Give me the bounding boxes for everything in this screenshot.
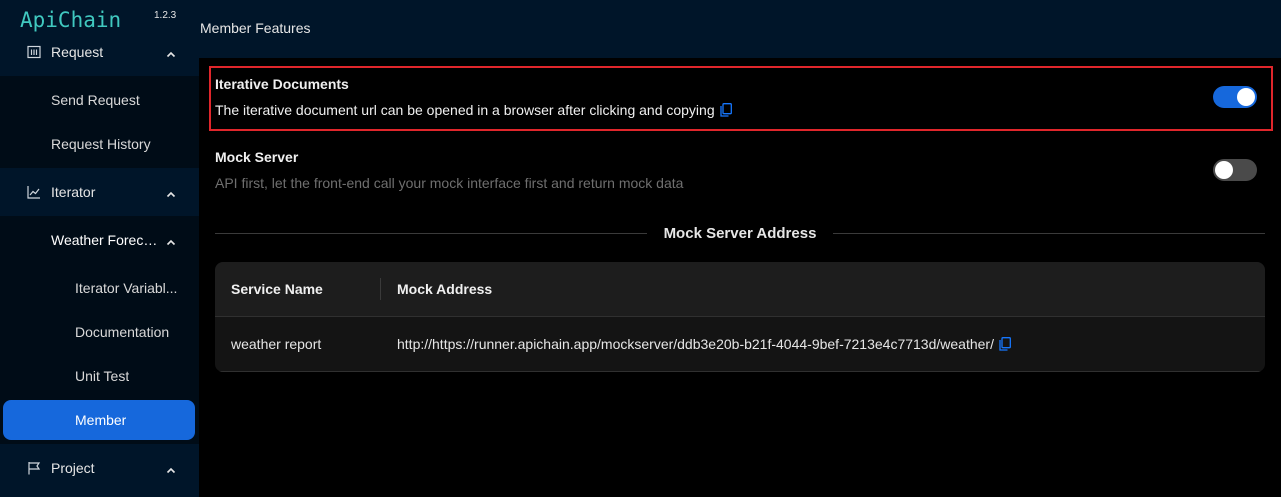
sidebar-item-iterator-variables[interactable]: Iterator Variabl...	[3, 268, 195, 308]
feature-title: Mock Server	[215, 149, 299, 165]
chevron-up-icon	[166, 47, 176, 58]
sidebar-item-label: Unit Test	[75, 368, 130, 384]
feature-description: API first, let the front-end call your m…	[215, 175, 684, 191]
column-separator	[380, 278, 381, 300]
toggle-knob	[1215, 161, 1233, 179]
service-name-cell: weather report	[231, 336, 322, 352]
sidebar-item-label: Send Request	[51, 92, 140, 108]
column-header-service-name: Service Name	[231, 281, 323, 297]
sidebar-item-member[interactable]: Member	[3, 400, 195, 440]
table-header: Service Name Mock Address	[215, 262, 1265, 317]
request-submenu: Send Request Request History	[0, 76, 199, 168]
toggle-knob	[1237, 88, 1255, 106]
copy-icon[interactable]	[719, 103, 732, 117]
sidebar-group-label: Iterator	[51, 184, 96, 200]
iterator-submenu: Weather Foreca... Iterator Variabl... Do…	[0, 216, 199, 444]
mock-address-text: http://https://runner.apichain.app/mocks…	[397, 336, 994, 352]
mock-address-table: Service Name Mock Address weather report…	[215, 262, 1265, 372]
chevron-up-icon	[166, 235, 176, 246]
flag-icon	[27, 461, 41, 475]
sidebar-group-project[interactable]: Project	[0, 444, 199, 492]
sidebar-item-label: Member	[75, 412, 127, 428]
sidebar-item-documentation[interactable]: Documentation	[3, 312, 195, 352]
chevron-up-icon	[166, 463, 176, 474]
sidebar-item-request-history[interactable]: Request History	[3, 124, 195, 164]
request-icon	[27, 45, 41, 59]
page-title: Member Features	[200, 20, 311, 36]
divider-line-right	[833, 233, 1265, 234]
sidebar-item-send-request[interactable]: Send Request	[3, 80, 195, 120]
copy-icon[interactable]	[999, 337, 1011, 351]
sidebar-group-label: Request	[51, 44, 104, 60]
feature-description: The iterative document url can be opened…	[215, 102, 732, 118]
sidebar-item-label: Request History	[51, 136, 151, 152]
sidebar-item-label: Iterator Variabl...	[75, 280, 178, 296]
sidebar-group-iterator[interactable]: Iterator	[0, 168, 199, 216]
feature-iterative-documents: Iterative Documents The iterative docume…	[215, 74, 1265, 124]
sidebar-item-label: Weather Foreca...	[51, 232, 161, 248]
sidebar-item-unit-test[interactable]: Unit Test	[3, 356, 195, 396]
feature-title: Iterative Documents	[215, 76, 349, 92]
app-version: 1.2.3	[154, 10, 177, 21]
table-row: weather report http://https://runner.api…	[215, 317, 1265, 372]
sidebar-item-label: Documentation	[75, 324, 170, 340]
sidebar-group-request[interactable]: Request	[0, 28, 199, 76]
iterative-documents-toggle[interactable]	[1213, 86, 1257, 108]
mock-server-toggle[interactable]	[1213, 159, 1257, 181]
column-header-mock-address: Mock Address	[397, 281, 493, 297]
line-chart-icon	[27, 185, 41, 199]
chevron-up-icon	[166, 187, 176, 198]
sidebar: ApiChain 1.2.3 Request Send Request Requ…	[0, 0, 199, 497]
sidebar-group-label: Project	[51, 460, 95, 476]
sidebar-item-weather-forecast[interactable]: Weather Foreca...	[3, 220, 195, 260]
page-header: Member Features	[199, 0, 1281, 58]
feature-mock-server: Mock Server API first, let the front-end…	[215, 147, 1265, 197]
feature-description-text: The iterative document url can be opened…	[215, 102, 715, 118]
mock-server-address-divider: Mock Server Address	[215, 222, 1265, 246]
mock-address-cell: http://https://runner.apichain.app/mocks…	[397, 336, 1011, 352]
